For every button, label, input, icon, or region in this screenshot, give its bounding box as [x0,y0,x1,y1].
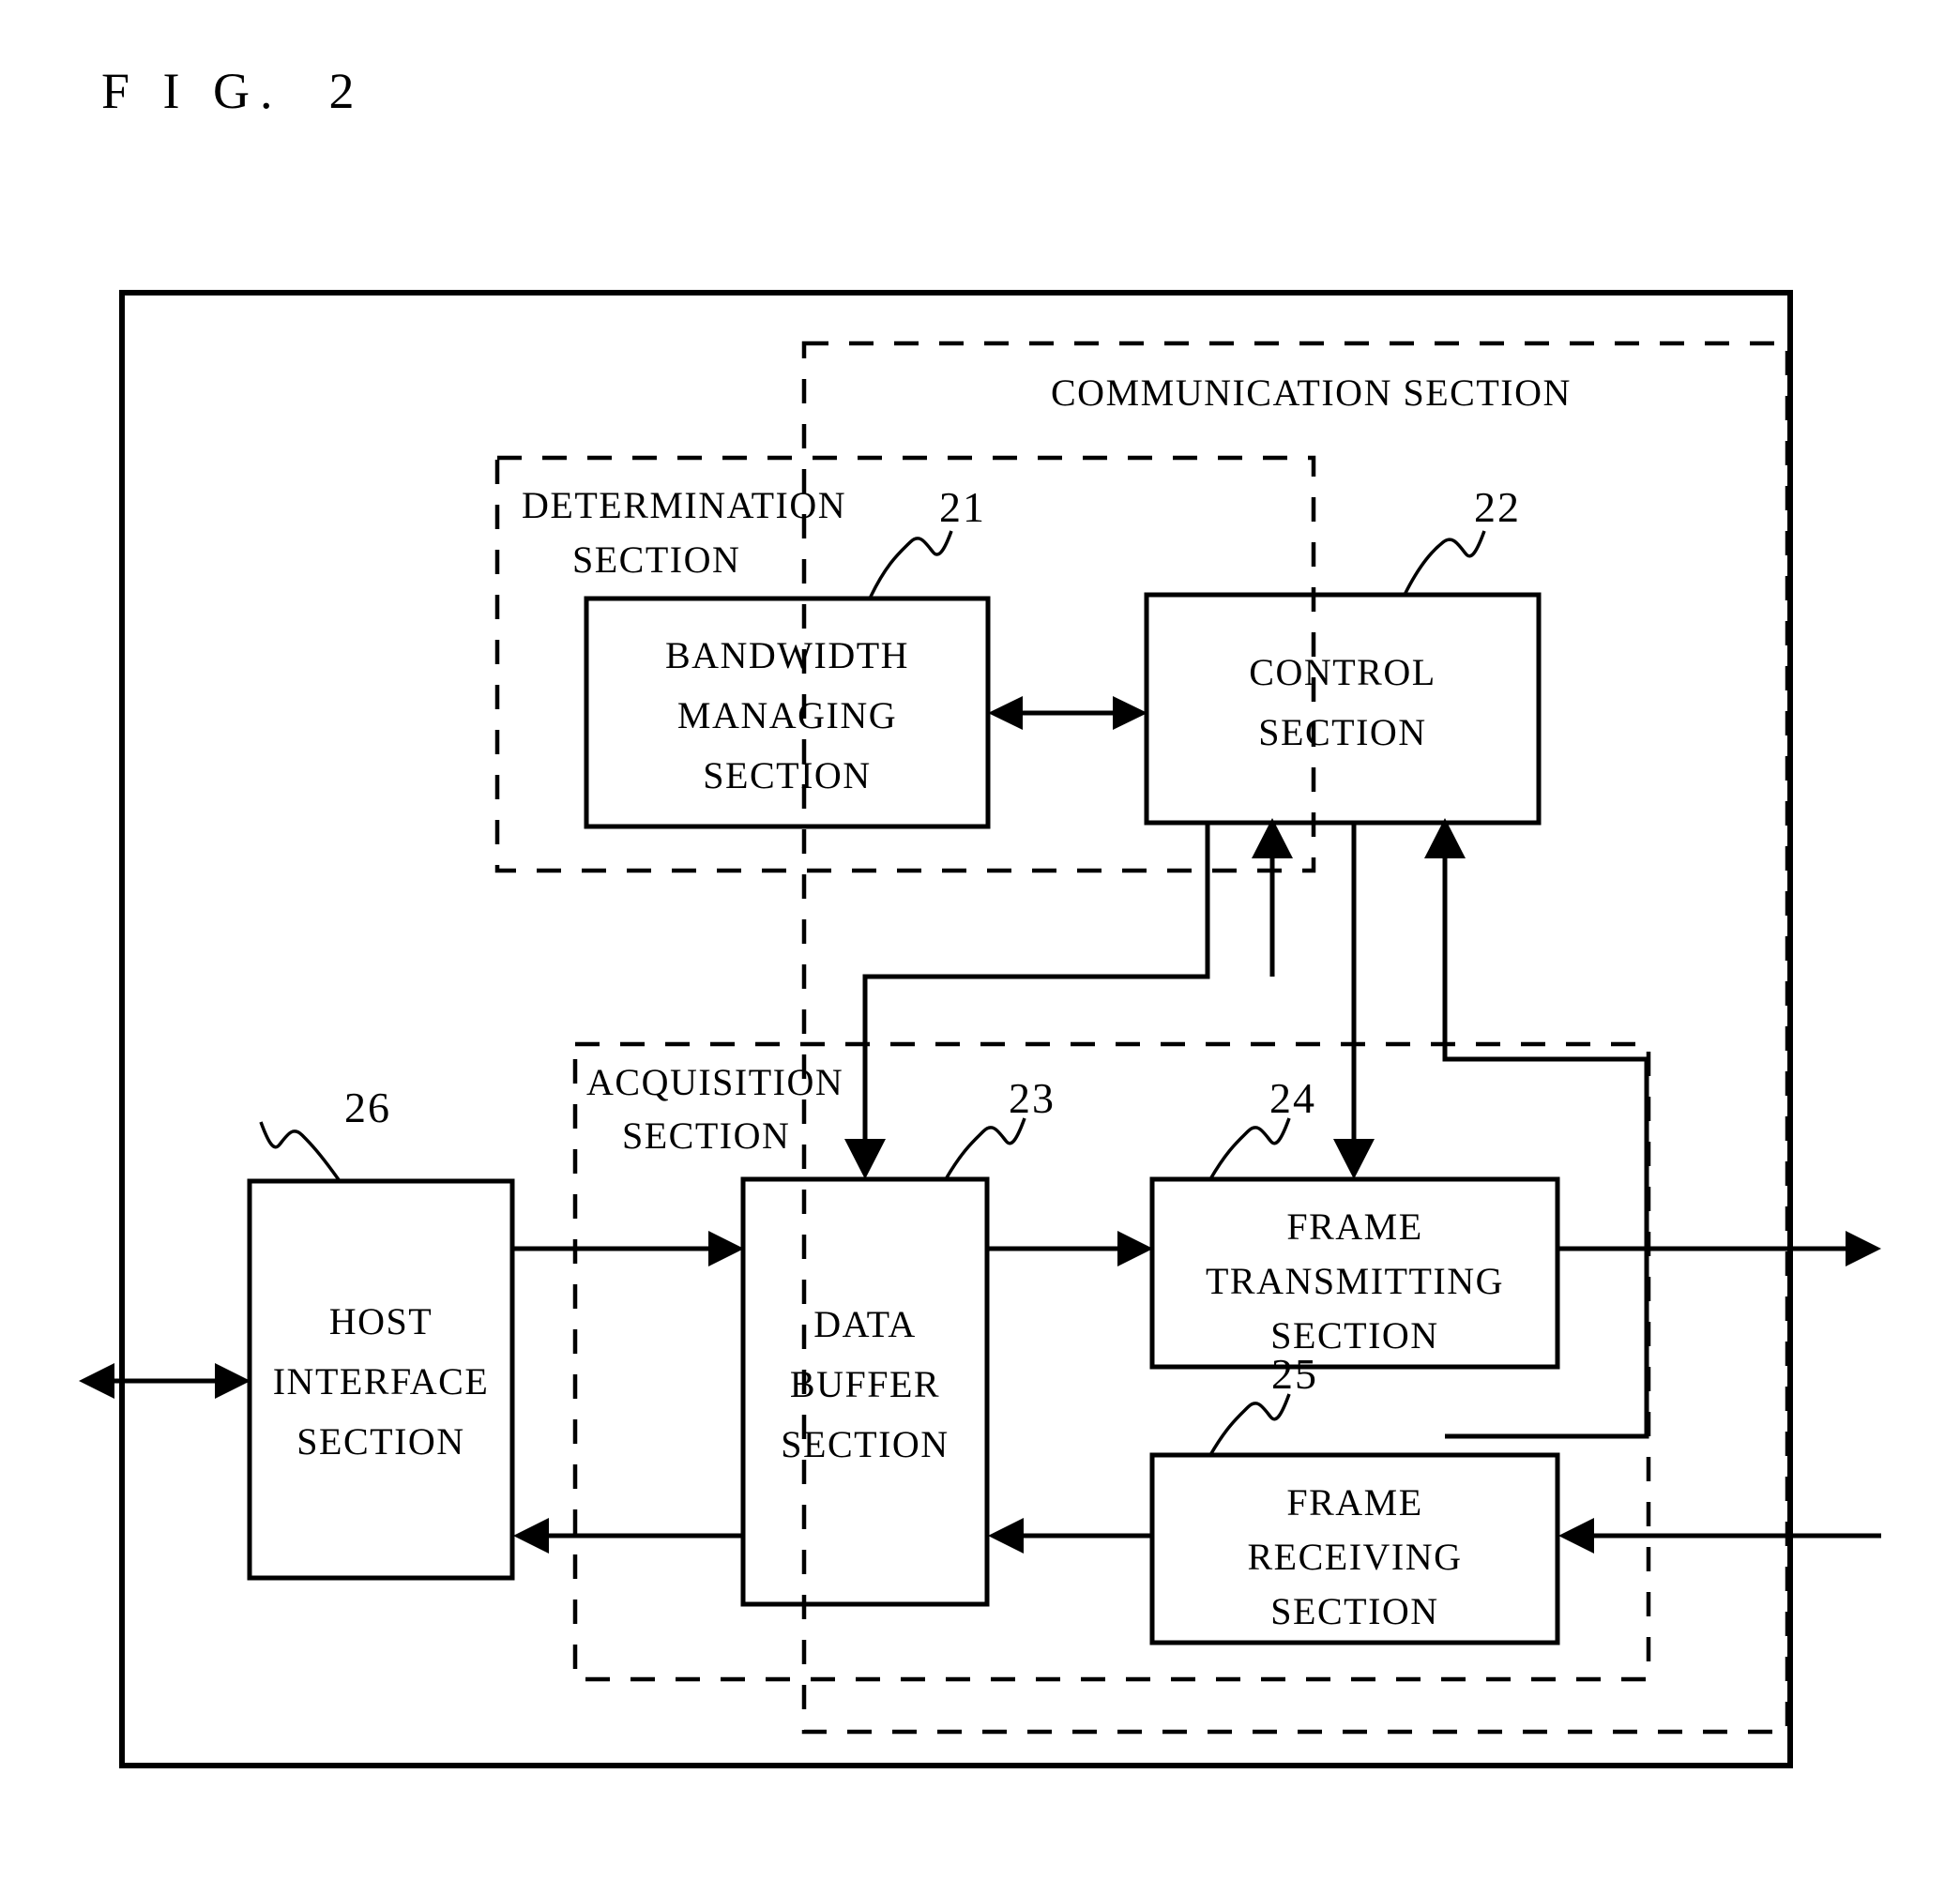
ref-22-label: 22 [1474,483,1521,531]
acquisition-section-label-line2: SECTION [622,1114,790,1157]
ref-21-label: 21 [939,483,986,531]
communication-section-label: COMMUNICATION SECTION [1051,371,1572,414]
block-diagram: COMMUNICATION SECTION DETERMINATION SECT… [79,290,1881,1768]
host-interface-section-line2: INTERFACE [273,1360,490,1402]
frame-transmitting-section-line1: FRAME [1286,1205,1422,1248]
ref-21-leader-line [868,530,953,599]
acquisition-section-label-line1: ACQUISITION [586,1061,843,1103]
control-to-transmit-arrow [1333,1139,1375,1179]
ref-22-leader-line [1403,530,1486,596]
receive-to-control-link [1442,841,1649,1439]
bandwidth-control-arrow-left [988,696,1023,730]
data-buffer-section-line3: SECTION [781,1423,949,1465]
determination-section-label-line2: SECTION [572,538,740,581]
communication-section-group [801,341,1790,1735]
network-to-receive-arrow [1558,1518,1594,1554]
control-section-line2: SECTION [1258,711,1426,753]
buffer-to-host-arrow [513,1518,549,1554]
host-external-arrow-left [79,1363,114,1399]
control-to-buffer-arrow [844,1139,886,1179]
frame-receiving-section-line3: SECTION [1270,1590,1438,1632]
ref-26-label: 26 [344,1084,391,1131]
receive-to-buffer-arrow [988,1518,1024,1554]
transmit-to-network-arrow [1846,1231,1881,1266]
ref-25-leader-line [1208,1393,1291,1456]
ref-24-label: 24 [1269,1074,1316,1122]
ref-23-leader-line [944,1117,1026,1180]
control-section-line1: CONTROL [1249,651,1436,693]
host-external-arrow-right [215,1363,251,1399]
buffer-to-transmit-arrow [1117,1231,1153,1266]
control-section-box[interactable] [1144,592,1542,826]
frame-receiving-section-line2: RECEIVING [1247,1536,1462,1578]
determination-section-label-line1: DETERMINATION [522,484,846,526]
frame-transmitting-section-line2: TRANSMITTING [1206,1260,1504,1302]
bandwidth-managing-section-line1: BANDWIDTH [665,634,909,676]
figure-root: F I G. 2 COMMUNICATION SECTION DETERMINA… [0,0,1960,1880]
frame-receiving-section-line1: FRAME [1286,1481,1422,1524]
ref-26-leader-line [259,1121,342,1183]
ref-24-leader-line [1208,1117,1291,1180]
bandwidth-control-arrow-right [1113,696,1147,730]
data-buffer-section-line1: DATA [813,1303,916,1345]
host-interface-section-line3: SECTION [296,1420,464,1463]
bandwidth-managing-section-line2: MANAGING [677,694,897,736]
ref-25-label: 25 [1271,1350,1318,1398]
data-buffer-section-line2: BUFFER [790,1363,940,1405]
host-interface-section-line1: HOST [329,1300,433,1342]
ref-23-label: 23 [1009,1074,1056,1122]
host-to-buffer-arrow [708,1231,744,1266]
bandwidth-managing-section-line3: SECTION [703,754,871,796]
